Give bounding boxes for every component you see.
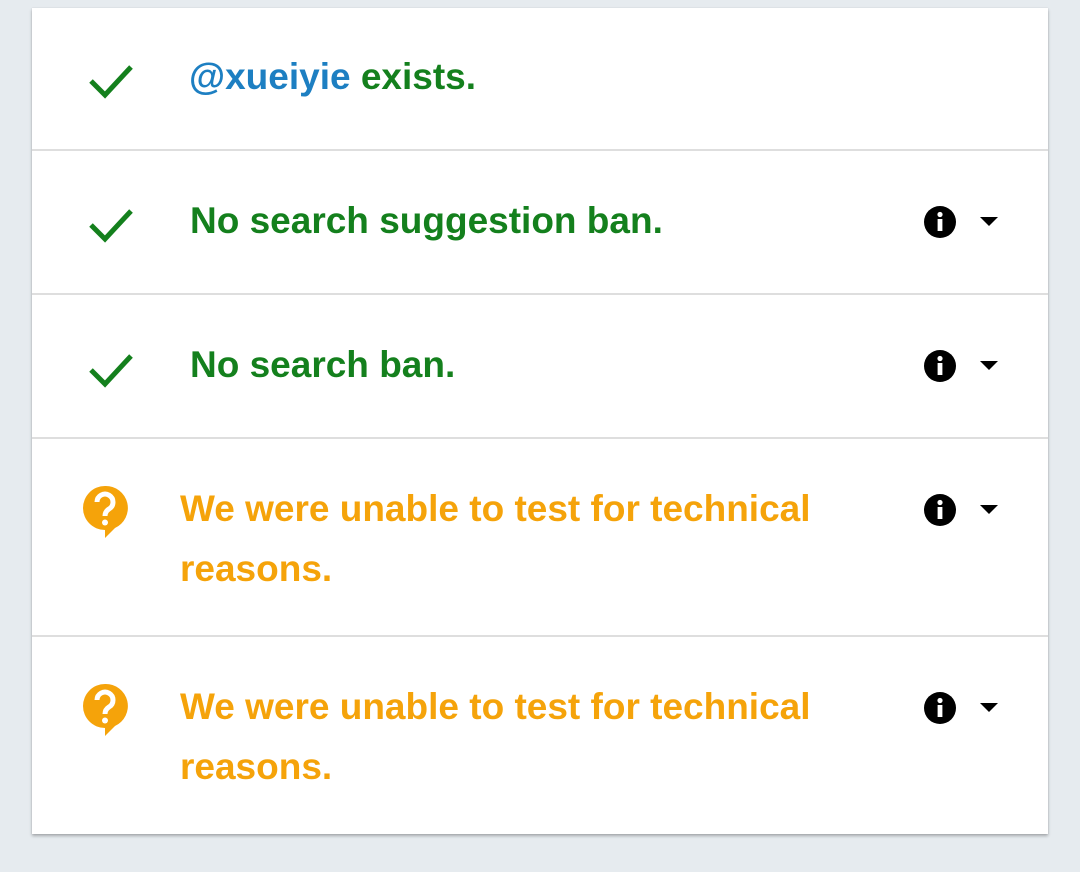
result-row-unable-to-test: We were unable to test for technical rea… <box>32 637 1048 834</box>
result-row-search-ban: No search ban. <box>32 295 1048 439</box>
username-link[interactable]: @xueiyie <box>189 56 351 97</box>
result-message: We were unable to test for technical rea… <box>180 488 811 589</box>
info-icon[interactable] <box>923 205 957 239</box>
result-row-unable-to-test: We were unable to test for technical rea… <box>32 439 1048 637</box>
checkmark-icon <box>89 209 133 243</box>
result-row-search-suggestion-ban: No search suggestion ban. <box>32 151 1048 295</box>
caret-down-icon[interactable] <box>980 505 998 515</box>
checkmark-icon <box>89 354 133 388</box>
results-card: @xueiyie exists. No search suggestion ba… <box>32 8 1048 834</box>
question-bubble-icon <box>83 485 128 538</box>
caret-down-icon[interactable] <box>980 361 998 371</box>
caret-down-icon[interactable] <box>980 217 998 227</box>
checkmark-icon <box>89 65 133 99</box>
caret-down-icon[interactable] <box>980 703 998 713</box>
result-message: No search suggestion ban. <box>190 200 663 241</box>
result-message: No search ban. <box>190 344 456 385</box>
info-icon[interactable] <box>923 493 957 527</box>
exists-text: exists. <box>350 56 477 97</box>
info-icon[interactable] <box>923 349 957 383</box>
result-message: We were unable to test for technical rea… <box>180 686 811 787</box>
info-icon[interactable] <box>923 691 957 725</box>
result-message: @xueiyie exists. <box>189 47 476 107</box>
question-bubble-icon <box>83 683 128 736</box>
result-row-exists: @xueiyie exists. <box>32 8 1048 151</box>
